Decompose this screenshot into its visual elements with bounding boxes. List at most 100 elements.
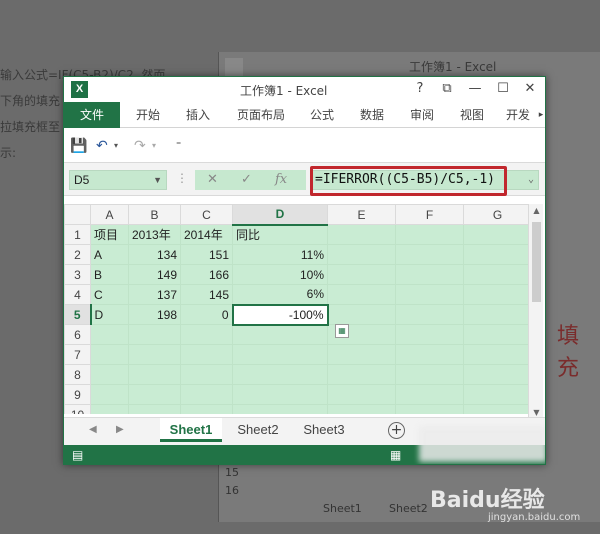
tab-developer[interactable]: 开发 xyxy=(500,102,536,128)
tab-formulas[interactable]: 公式 xyxy=(300,102,344,128)
cell[interactable] xyxy=(463,304,532,325)
row-header[interactable]: 4 xyxy=(64,284,91,305)
cell[interactable] xyxy=(327,364,396,385)
cell[interactable]: 134 xyxy=(128,244,181,265)
tab-file[interactable]: 文件 xyxy=(64,102,120,128)
cell[interactable] xyxy=(395,284,464,305)
column-header[interactable]: B xyxy=(128,204,181,225)
redo-icon[interactable]: ↷ xyxy=(134,137,146,155)
row-header[interactable]: 2 xyxy=(64,244,91,265)
cell[interactable] xyxy=(128,404,181,414)
sheet-tab-sheet1[interactable]: Sheet1 xyxy=(160,418,222,442)
cell[interactable]: A xyxy=(90,244,129,265)
ribbon-display-options-button[interactable]: ⧉ xyxy=(436,80,458,98)
cell[interactable] xyxy=(128,324,181,345)
cell[interactable] xyxy=(232,344,328,365)
cell[interactable] xyxy=(395,364,464,385)
cell[interactable] xyxy=(327,384,396,405)
formula-bar-handle-icon[interactable]: ⋮ xyxy=(176,171,188,185)
cell[interactable]: 151 xyxy=(180,244,233,265)
chevron-down-icon[interactable]: ▼ xyxy=(153,171,162,189)
help-button[interactable]: ? xyxy=(409,80,431,98)
tab-review[interactable]: 审阅 xyxy=(400,102,444,128)
cell[interactable]: B xyxy=(90,264,129,285)
select-all-corner[interactable] xyxy=(64,204,91,225)
cell[interactable] xyxy=(463,364,532,385)
row-header[interactable]: 6 xyxy=(64,324,91,345)
cell[interactable] xyxy=(463,284,532,305)
cell[interactable] xyxy=(128,344,181,365)
minimize-button[interactable]: — xyxy=(464,80,486,98)
row-header[interactable]: 10 xyxy=(64,404,91,414)
cell[interactable] xyxy=(463,404,532,414)
cell[interactable]: 0 xyxy=(180,304,233,325)
cell[interactable] xyxy=(90,404,129,414)
column-header[interactable]: F xyxy=(395,204,464,225)
undo-icon[interactable]: ↶ xyxy=(96,137,108,155)
cell[interactable] xyxy=(180,384,233,405)
tab-view[interactable]: 视图 xyxy=(450,102,494,128)
cell[interactable] xyxy=(327,344,396,365)
cell[interactable] xyxy=(395,244,464,265)
sheet-tab-sheet3[interactable]: Sheet3 xyxy=(292,418,356,442)
cell[interactable] xyxy=(232,364,328,385)
cell[interactable]: D xyxy=(90,304,129,325)
cell[interactable] xyxy=(90,384,129,405)
close-button[interactable]: ✕ xyxy=(519,80,541,98)
cell[interactable] xyxy=(232,384,328,405)
tab-insert[interactable]: 插入 xyxy=(176,102,220,128)
row-header[interactable]: 5 xyxy=(64,304,92,325)
cell[interactable]: 145 xyxy=(180,284,233,305)
cell[interactable] xyxy=(232,324,328,345)
cell[interactable] xyxy=(463,224,532,245)
sheet-nav-next-icon[interactable]: ▶ xyxy=(116,424,124,435)
column-header[interactable]: G xyxy=(463,204,532,225)
column-header[interactable]: E xyxy=(327,204,396,225)
cell[interactable]: 149 xyxy=(128,264,181,285)
tab-data[interactable]: 数据 xyxy=(350,102,394,128)
redo-dropdown-icon[interactable]: ▾ xyxy=(152,137,156,155)
cell[interactable] xyxy=(180,404,233,414)
cell[interactable]: 2014年 xyxy=(180,224,233,245)
row-header[interactable]: 3 xyxy=(64,264,91,285)
tab-home[interactable]: 开始 xyxy=(126,102,170,128)
add-sheet-icon[interactable]: + xyxy=(388,422,405,439)
cell[interactable] xyxy=(463,264,532,285)
cell[interactable] xyxy=(180,344,233,365)
cell[interactable] xyxy=(90,344,129,365)
cell[interactable] xyxy=(327,264,396,285)
active-cell[interactable]: -100% xyxy=(231,303,329,326)
scrollbar-thumb[interactable] xyxy=(532,222,541,302)
cell[interactable] xyxy=(395,324,464,345)
macro-record-icon[interactable]: ▤ xyxy=(72,448,83,462)
column-header[interactable]: A xyxy=(90,204,129,225)
cell[interactable] xyxy=(180,324,233,345)
cell[interactable] xyxy=(395,304,464,325)
scroll-up-icon[interactable]: ▲ xyxy=(529,204,544,218)
tab-page-layout[interactable]: 页面布局 xyxy=(228,102,294,128)
undo-dropdown-icon[interactable]: ▾ xyxy=(114,137,118,155)
sheet-tab-sheet2[interactable]: Sheet2 xyxy=(226,418,290,442)
cell[interactable]: 6% xyxy=(232,284,328,305)
cell[interactable]: 2013年 xyxy=(128,224,181,245)
enter-icon[interactable]: ✓ xyxy=(241,170,252,190)
vertical-scrollbar[interactable]: ▲ ▼ xyxy=(528,204,543,420)
expand-formula-bar-icon[interactable]: ⌄ xyxy=(528,171,534,189)
auto-fill-options-icon[interactable]: ▦ xyxy=(335,324,349,338)
cell[interactable] xyxy=(463,324,532,345)
cell[interactable] xyxy=(327,404,396,414)
cell[interactable] xyxy=(327,224,396,245)
cell[interactable]: C xyxy=(90,284,129,305)
name-box[interactable]: D5 ▼ xyxy=(69,170,167,190)
cell[interactable]: 项目 xyxy=(90,224,129,245)
cell[interactable]: 同比 xyxy=(232,224,328,245)
cell[interactable]: 11% xyxy=(232,244,328,265)
normal-view-icon[interactable]: ▦ xyxy=(390,448,401,462)
cancel-icon[interactable]: ✕ xyxy=(207,170,218,190)
row-header[interactable]: 8 xyxy=(64,364,91,385)
insert-function-icon[interactable]: fx xyxy=(275,170,287,190)
cell[interactable]: 166 xyxy=(180,264,233,285)
cell[interactable] xyxy=(128,364,181,385)
ribbon-scroll-right-icon[interactable]: ▸ xyxy=(536,102,545,128)
cell[interactable] xyxy=(327,244,396,265)
